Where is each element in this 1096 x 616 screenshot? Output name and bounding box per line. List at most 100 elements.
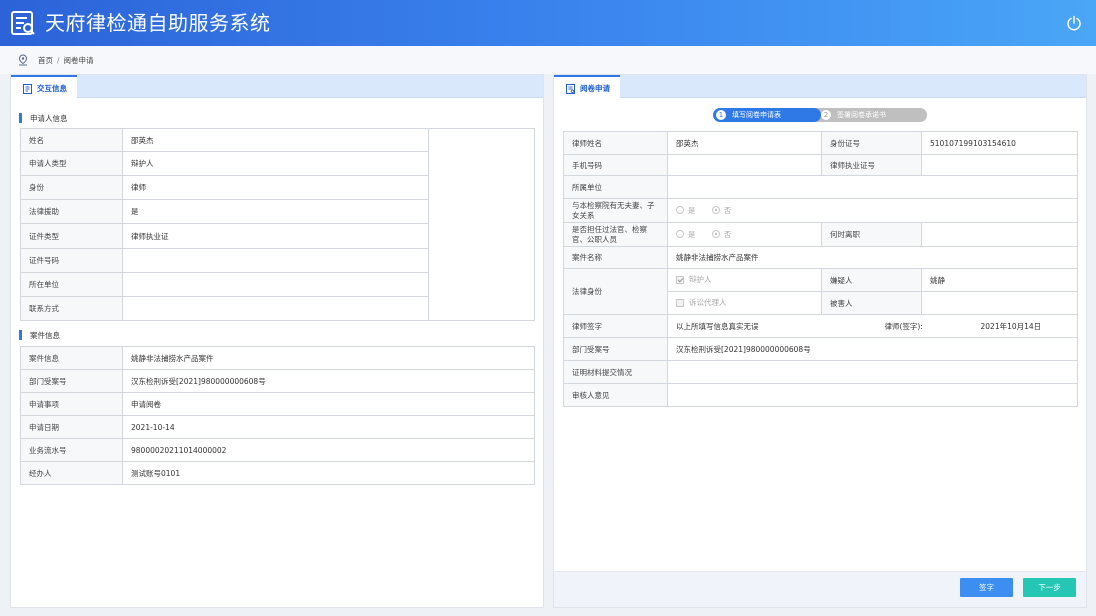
lawyer-name-value: 邵英杰 xyxy=(667,131,822,155)
reviewer-label: 审核人意见 xyxy=(563,383,668,407)
table-row: 部门受案号 汉东检刑诉受[2021]980000000608号 xyxy=(20,369,535,393)
sign-button[interactable]: 签字 xyxy=(960,578,1013,597)
unit-label: 所属单位 xyxy=(563,175,668,199)
section-marker xyxy=(19,330,22,340)
dept-case-value: 汉东检刑诉受[2021]980000000608号 xyxy=(667,337,1078,361)
field-label: 案件信息 xyxy=(20,346,123,370)
step-label: 填写阅卷申请表 xyxy=(732,111,781,119)
radio-label: 否 xyxy=(723,205,732,215)
interaction-info-panel: 交互信息 申请人信息 姓名 邵英杰 申请人类型 辩护人 身份 律师 法律援助是证件类型 律师执… xyxy=(10,74,544,608)
victim-value xyxy=(921,291,1078,315)
field-value xyxy=(122,272,429,297)
table-row: 审核人意见 xyxy=(563,383,1078,407)
table-row: 是否担任过法官、检察官、公职人员 是 否 何时离职 xyxy=(563,222,1078,247)
signature-field-label: 律师(签字): xyxy=(884,321,923,331)
right-tab-strip: 阅卷申请 xyxy=(554,75,1086,99)
unit-field[interactable] xyxy=(667,175,1078,199)
signature-label: 律师签字 xyxy=(563,314,668,338)
left-tab-strip: 交互信息 xyxy=(11,75,543,99)
clipboard-icon xyxy=(23,83,32,94)
table-row: 律师姓名 邵英杰 身份证号 510107199103154610 xyxy=(563,131,1078,155)
field-label: 身份 xyxy=(20,175,123,200)
case-name-value: 姚静非法捕捞水产品案件 xyxy=(667,246,1078,269)
table-row: 业务流水号 98000020211014000002 xyxy=(20,438,535,462)
tab-label: 交互信息 xyxy=(37,83,67,93)
power-icon[interactable] xyxy=(1066,15,1082,31)
legal-identity-label: 法律身份 xyxy=(563,268,668,315)
field-label: 证件类型 xyxy=(20,223,123,249)
tab-interaction-info[interactable]: 交互信息 xyxy=(11,75,77,99)
field-label: 经办人 xyxy=(20,461,123,485)
field-label: 姓名 xyxy=(20,128,123,152)
step-sign-commitment: 2 签署阅卷承诺书 xyxy=(821,108,886,122)
document-icon xyxy=(566,83,575,94)
app-header: 天府律检通自助服务系统 xyxy=(0,0,1096,46)
field-label: 联系方式 xyxy=(20,296,123,321)
signature-cell: 以上所填写信息真实无误 律师(签字): 2021年10月14日 xyxy=(667,314,1078,338)
section-marker xyxy=(19,113,22,123)
radio-label: 是 xyxy=(688,205,696,215)
next-step-button[interactable]: 下一步 xyxy=(1023,578,1076,597)
relation-radio-group: 是 否 xyxy=(667,198,1078,223)
section-title: 申请人信息 xyxy=(30,113,68,123)
agent-option[interactable]: 诉讼代理人 xyxy=(667,291,822,315)
dept-case-label: 部门受案号 xyxy=(563,337,668,361)
app-title: 天府律检通自助服务系统 xyxy=(45,11,271,35)
relation-yes-option[interactable]: 是 xyxy=(676,205,696,216)
radio-no[interactable] xyxy=(711,206,720,215)
radio-no[interactable] xyxy=(711,230,720,239)
table-row: 姓名 邵英杰 xyxy=(20,128,535,321)
breadcrumb-home[interactable]: 首页 xyxy=(38,56,53,65)
table-row: 申请事项 申请阅卷 xyxy=(20,392,535,416)
field-value: 申请阅卷 xyxy=(122,392,535,416)
case-name-label: 案件名称 xyxy=(563,246,668,269)
served-no-option[interactable]: 否 xyxy=(711,229,731,240)
table-row: 与本检察院有无夫妻、子女关系 是 否 xyxy=(563,198,1078,223)
applicant-section-heading: 申请人信息 xyxy=(19,112,68,124)
table-row: 法律身份 辩护人 嫌疑人 姚静 xyxy=(563,268,1078,315)
table-row: 部门受案号 汉东检刑诉受[2021]980000000608号 xyxy=(563,337,1078,361)
defender-option[interactable]: 辩护人 xyxy=(667,268,822,292)
step-progress: 1 填写阅卷申请表 2 签署阅卷承诺书 xyxy=(713,108,927,122)
field-value xyxy=(122,248,429,273)
location-pin-icon xyxy=(18,54,28,66)
evidence-field[interactable] xyxy=(667,360,1078,384)
field-value: 邵英杰 xyxy=(122,128,429,152)
served-radio-group: 是 否 xyxy=(667,222,822,247)
phone-field[interactable] xyxy=(667,154,822,176)
suspect-label: 嫌疑人 xyxy=(821,268,922,292)
table-row: 案件信息 姚静非法捕捞水产品案件 xyxy=(20,346,535,370)
reviewer-field[interactable] xyxy=(667,383,1078,407)
table-row: 申请日期 2021-10-14 xyxy=(20,415,535,439)
lawyer-name-label: 律师姓名 xyxy=(563,131,668,155)
license-label: 律师执业证号 xyxy=(821,154,922,176)
breadcrumb: 首页 / 阅卷申请 xyxy=(38,55,94,66)
applicant-photo xyxy=(428,128,535,321)
field-value: 测试账号0101 xyxy=(122,461,535,485)
checkbox-defender[interactable] xyxy=(676,275,684,284)
tab-reading-application[interactable]: 阅卷申请 xyxy=(554,75,620,99)
case-table: 案件信息 姚静非法捕捞水产品案件 部门受案号 汉东检刑诉受[2021]98000000… xyxy=(20,346,535,485)
breadcrumb-current: 阅卷申请 xyxy=(63,56,94,65)
table-row: 律师签字 以上所填写信息真实无误 律师(签字): 2021年10月14日 xyxy=(563,314,1078,338)
radio-yes[interactable] xyxy=(676,206,684,215)
breadcrumb-separator: / xyxy=(57,56,60,65)
radio-yes[interactable] xyxy=(676,230,684,239)
field-value: 辩护人 xyxy=(122,151,429,176)
served-yes-option[interactable]: 是 xyxy=(676,229,696,240)
checkbox-agent[interactable] xyxy=(676,298,684,307)
breadcrumb-bar: 首页 / 阅卷申请 xyxy=(0,46,1096,74)
resign-field[interactable] xyxy=(921,222,1078,247)
signature-statement: 以上所填写信息真实无误 xyxy=(676,321,759,331)
reading-application-panel: 阅卷申请 1 填写阅卷申请表 2 签署阅卷承诺书 律师姓名 邵英杰 身份证号 5… xyxy=(553,74,1087,608)
field-label: 部门受案号 xyxy=(20,369,123,393)
field-label: 申请日期 xyxy=(20,415,123,439)
id-number-value: 510107199103154610 xyxy=(921,131,1078,155)
field-label: 申请事项 xyxy=(20,392,123,416)
field-value xyxy=(122,296,429,321)
step-number: 1 xyxy=(716,110,726,120)
relation-no-option[interactable]: 否 xyxy=(711,205,732,216)
license-field[interactable] xyxy=(921,154,1078,176)
form-document-icon xyxy=(11,11,35,35)
field-label: 证件号码 xyxy=(20,248,123,273)
